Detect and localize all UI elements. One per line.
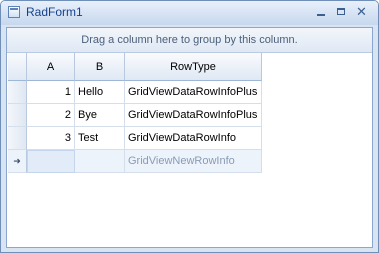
maximize-icon: [337, 8, 345, 15]
maximize-button[interactable]: [332, 4, 351, 20]
new-row-cell-a[interactable]: [27, 150, 75, 173]
grid-view[interactable]: Drag a column here to group by this colu…: [6, 27, 373, 248]
new-row-cell-b[interactable]: [75, 150, 125, 173]
cell-rowtype[interactable]: GridViewDataRowInfoPlus: [125, 81, 262, 104]
cell-b[interactable]: Test: [75, 127, 125, 150]
minimize-button[interactable]: [312, 4, 331, 20]
group-panel[interactable]: Drag a column here to group by this colu…: [7, 28, 372, 53]
column-header-b[interactable]: B: [75, 53, 125, 81]
cell-b[interactable]: Hello: [75, 81, 125, 104]
column-header-a[interactable]: A: [27, 53, 75, 81]
arrow-right-icon: ➜: [13, 156, 21, 166]
minimize-icon: [317, 14, 325, 16]
close-icon: ✕: [356, 4, 367, 19]
header-indicator-cell: [8, 53, 27, 81]
row-indicator[interactable]: [8, 81, 27, 104]
new-row-cell-rowtype[interactable]: GridViewNewRowInfo: [125, 150, 262, 173]
close-button[interactable]: ✕: [352, 4, 371, 20]
window-title: RadForm1: [26, 5, 83, 19]
cell-rowtype[interactable]: GridViewDataRowInfo: [125, 127, 262, 150]
title-bar[interactable]: RadForm1 ✕: [1, 1, 378, 25]
cell-a[interactable]: 2: [27, 104, 75, 127]
cell-rowtype[interactable]: GridViewDataRowInfoPlus: [125, 104, 262, 127]
window: RadForm1 ✕ Drag a column here to group b…: [0, 0, 379, 253]
row-indicator[interactable]: [8, 127, 27, 150]
app-icon: [8, 6, 20, 18]
column-header-rowtype[interactable]: RowType: [125, 53, 262, 81]
cell-b[interactable]: Bye: [75, 104, 125, 127]
row-indicator[interactable]: ➜: [8, 150, 27, 173]
cell-a[interactable]: 3: [27, 127, 75, 150]
cell-a[interactable]: 1: [27, 81, 75, 104]
row-indicator[interactable]: [8, 104, 27, 127]
